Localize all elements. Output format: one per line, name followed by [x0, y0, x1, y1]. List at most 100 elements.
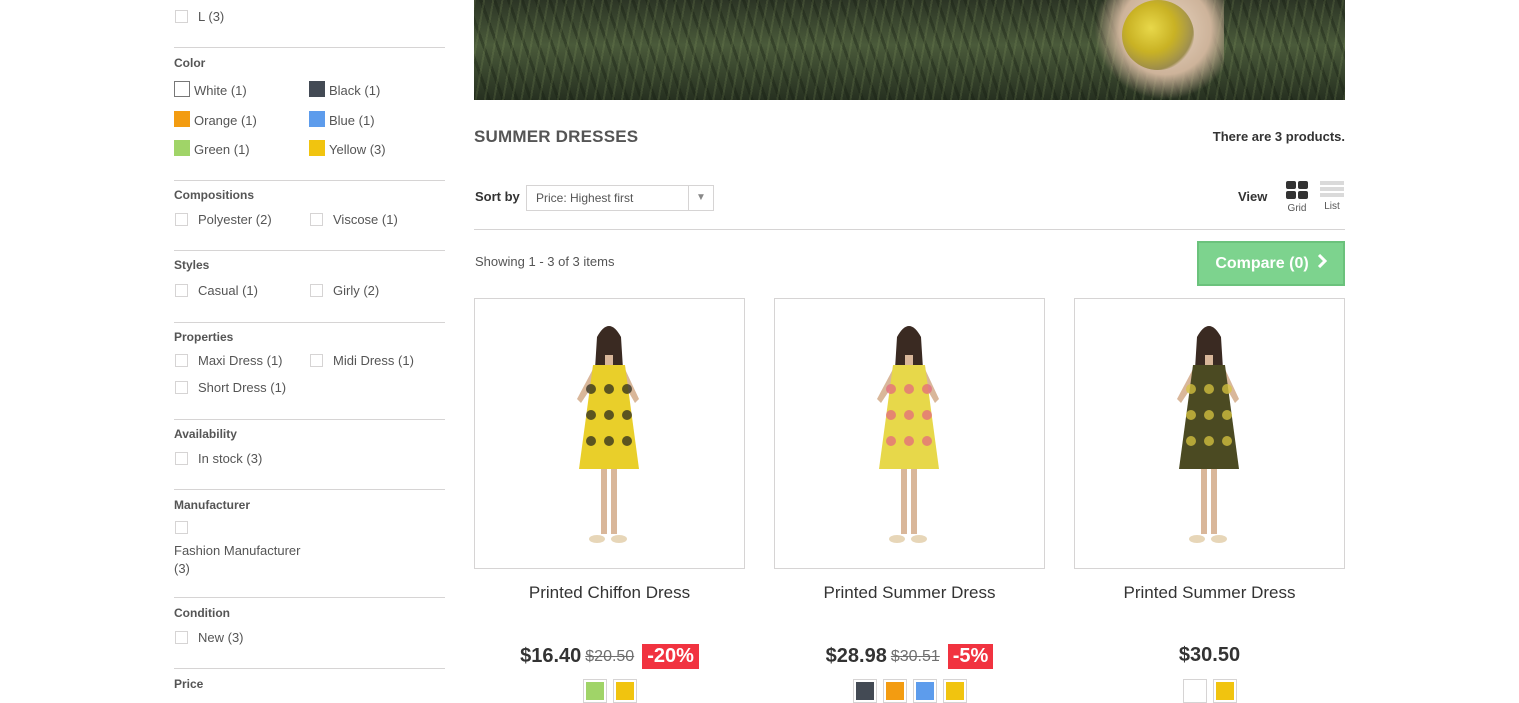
dress-pattern-dot [904, 436, 914, 446]
color-option-blue[interactable]: Blue (1) [309, 110, 375, 128]
sort-label: Sort by [475, 189, 520, 204]
view-grid-label: Grid [1287, 203, 1307, 214]
checkbox[interactable] [175, 452, 188, 465]
checkbox[interactable] [310, 354, 323, 367]
color-option-black[interactable]: Black (1) [309, 80, 381, 98]
color-option-yellow[interactable]: Yellow (3) [309, 139, 386, 157]
product-name-link[interactable]: Printed Summer Dress [1074, 583, 1345, 603]
filter-title-manufacturer: Manufacturer [174, 498, 251, 512]
model-shoe-left [889, 535, 905, 543]
checkbox[interactable] [175, 631, 188, 644]
filter-title-availability: Availability [174, 427, 237, 441]
checkbox[interactable] [175, 10, 188, 23]
color-swatch-white[interactable] [1182, 679, 1207, 703]
dress-pattern-dot [922, 410, 932, 420]
product-card[interactable]: Printed Summer Dress $30.50 [1074, 298, 1345, 703]
dress-pattern-dot [1186, 384, 1196, 394]
checkbox[interactable] [175, 213, 188, 226]
color-option-white[interactable]: White (1) [174, 80, 247, 98]
filter-option-viscose[interactable]: Viscose (1) [310, 212, 398, 227]
product-price-row: $28.98 $30.51 -5% [774, 644, 1045, 669]
filter-option-fashion-manufacturer[interactable]: Fashion Manufacturer (3) [174, 542, 300, 578]
checkbox[interactable] [175, 284, 188, 297]
color-swatch-yellow[interactable] [942, 679, 967, 703]
color-swatch-yellow[interactable] [612, 679, 637, 703]
product-price-row: $30.50 [1074, 644, 1345, 667]
product-name-link[interactable]: Printed Summer Dress [774, 583, 1045, 603]
model-neck [905, 355, 913, 365]
color-option-green[interactable]: Green (1) [174, 139, 250, 157]
color-swatch-black[interactable] [852, 679, 877, 703]
filter-option-label: L (3) [198, 9, 225, 24]
color-swatch-blue[interactable] [912, 679, 937, 703]
filter-option-label: New (3) [198, 630, 244, 645]
model-leg-right [911, 464, 917, 534]
filter-option-label: In stock (3) [198, 451, 263, 466]
view-grid-button[interactable]: Grid [1280, 181, 1314, 214]
color-swatch-white[interactable] [174, 80, 190, 97]
product-color-swatches [774, 679, 1045, 703]
filter-title-price: Price [174, 677, 204, 691]
filter-option-label: Green (1) [194, 142, 250, 157]
color-swatch-black[interactable] [309, 80, 325, 97]
filter-option-short-dress[interactable]: Short Dress (1) [175, 380, 286, 395]
color-swatch-orange[interactable] [174, 110, 190, 127]
checkbox[interactable] [310, 213, 323, 226]
grid-icon [1286, 181, 1308, 199]
checkbox[interactable] [175, 381, 188, 394]
dress-pattern-dot [586, 436, 596, 446]
model-shoe-left [1189, 535, 1205, 543]
filter-option-casual[interactable]: Casual (1) [175, 283, 258, 298]
color-swatch-yellow[interactable] [1212, 679, 1237, 703]
color-swatch-green[interactable] [582, 679, 607, 703]
model-neck [1205, 355, 1213, 365]
product-old-price: $30.51 [890, 647, 940, 665]
dress-pattern-dot [1204, 410, 1214, 420]
color-swatch-blue[interactable] [309, 110, 325, 127]
product-image[interactable] [774, 298, 1045, 569]
list-icon [1320, 181, 1344, 197]
checkbox[interactable] [175, 521, 188, 534]
dress-pattern-dot [1186, 436, 1196, 446]
filter-option-in-stock[interactable]: In stock (3) [175, 451, 262, 466]
dress-pattern-dot [586, 384, 596, 394]
product-card[interactable]: Printed Summer Dress $28.98 $30.51 -5% [774, 298, 1045, 703]
product-image[interactable] [474, 298, 745, 569]
filter-option-girly[interactable]: Girly (2) [310, 283, 379, 298]
checkbox[interactable] [175, 354, 188, 367]
dress-pattern-dot [1186, 410, 1196, 420]
compare-button[interactable]: Compare (0) [1197, 241, 1345, 286]
discount-badge: -5% [947, 644, 994, 669]
discount-badge: -20% [642, 644, 699, 669]
color-swatch-yellow[interactable] [309, 139, 325, 156]
sort-select[interactable]: Price: Highest first ▼ [526, 185, 714, 211]
product-card[interactable]: Printed Chiffon Dress $16.40 $20.50 -20% [474, 298, 745, 703]
filter-option-size-l[interactable]: L (3) [175, 9, 224, 24]
filter-title-styles: Styles [174, 258, 210, 272]
product-name-link[interactable]: Printed Chiffon Dress [474, 583, 745, 603]
filter-option-maxi-dress[interactable]: Maxi Dress (1) [175, 353, 283, 368]
dress-pattern-dot [886, 410, 896, 420]
dress-pattern-dot [622, 410, 632, 420]
color-option-orange[interactable]: Orange (1) [174, 110, 257, 128]
dress-pattern-dot [904, 410, 914, 420]
product-price: $30.50 [1178, 644, 1241, 666]
filter-option-new[interactable]: New (3) [175, 630, 244, 645]
filter-option-label: Girly (2) [333, 283, 380, 298]
filter-option-polyester[interactable]: Polyester (2) [175, 212, 272, 227]
view-list-button[interactable]: List [1315, 181, 1349, 212]
color-swatch-green[interactable] [174, 139, 190, 156]
product-image[interactable] [1074, 298, 1345, 569]
color-swatch-orange[interactable] [882, 679, 907, 703]
dress-pattern-dot [922, 436, 932, 446]
filter-option-fashion-manufacturer-checkbox[interactable] [175, 521, 198, 534]
filter-option-label: Black (1) [329, 83, 381, 98]
filter-option-label: Fashion Manufacturer [174, 543, 301, 558]
chevron-down-icon[interactable]: ▼ [688, 186, 713, 210]
filter-option-midi-dress[interactable]: Midi Dress (1) [310, 353, 414, 368]
dress-pattern-dot [904, 384, 914, 394]
filter-title-condition: Condition [174, 606, 230, 620]
dress-pattern-dot [1222, 436, 1232, 446]
checkbox[interactable] [310, 284, 323, 297]
filter-option-label: Viscose (1) [333, 212, 398, 227]
